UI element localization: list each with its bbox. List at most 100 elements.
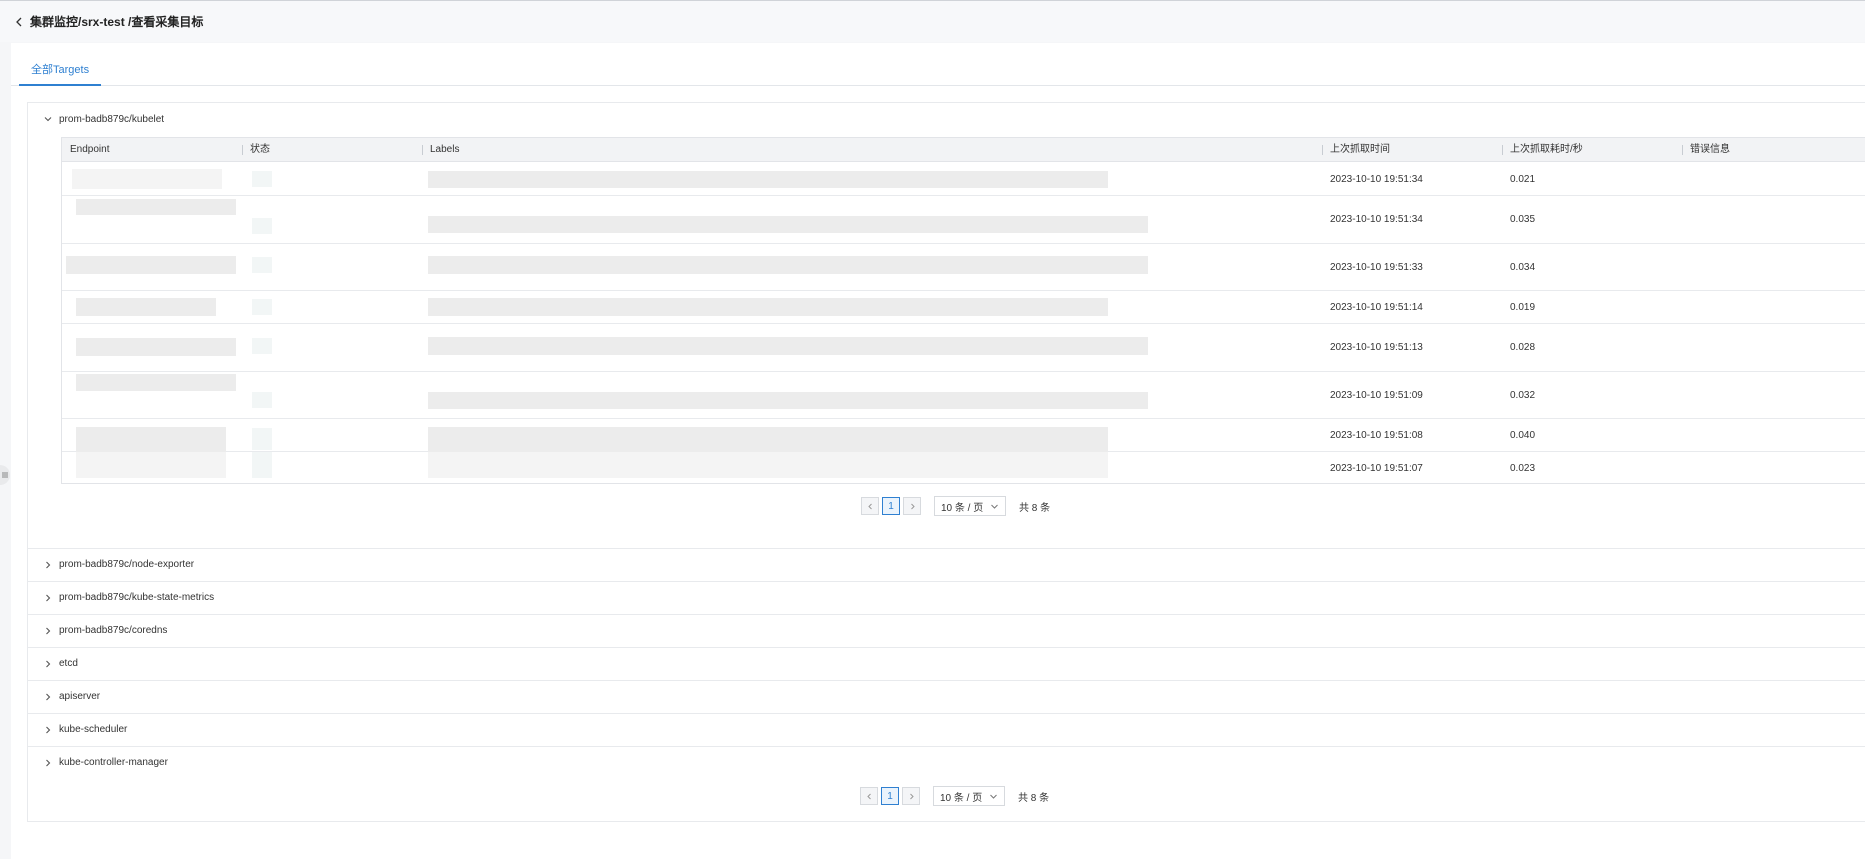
chevron-right-icon [43, 758, 53, 768]
redacted-status [252, 257, 272, 273]
group-name: prom-badb879c/coredns [59, 625, 168, 636]
table-header: Endpoint 状态 Labels 上次抓取时间 上次抓取耗时/秒 错误信息 [62, 138, 1865, 162]
next-page-button[interactable] [902, 787, 920, 805]
redacted-labels [428, 427, 1108, 452]
group-header-apiserver[interactable]: apiserver [28, 680, 1865, 712]
group-header-node-exporter[interactable]: prom-badb879c/node-exporter [28, 548, 1865, 580]
redacted-endpoint [76, 374, 236, 391]
cell-last-scrape: 2023-10-10 19:51:09 [1330, 389, 1423, 401]
redacted-labels [428, 216, 1148, 233]
redacted-endpoint [76, 452, 226, 478]
group-header-etcd[interactable]: etcd [28, 647, 1865, 679]
group-header-kube-scheduler[interactable]: kube-scheduler [28, 713, 1865, 745]
chevron-right-icon [43, 560, 53, 570]
side-panel-toggle[interactable] [0, 465, 10, 485]
group-name: kube-controller-manager [59, 757, 168, 768]
chevron-left-icon [866, 793, 871, 799]
cell-duration: 0.023 [1510, 463, 1536, 474]
chevron-down-icon [43, 114, 53, 124]
cell-duration: 0.021 [1510, 173, 1536, 185]
table-row: 2023-10-10 19:51:08 0.040 [62, 419, 1865, 452]
redacted-status [252, 452, 272, 478]
table-row: 2023-10-10 19:51:13 0.028 [62, 324, 1865, 372]
breadcrumb: 集群监控/srx-test /查看采集目标 [30, 15, 204, 29]
column-header-duration: 上次抓取耗时/秒 [1502, 138, 1682, 162]
redacted-endpoint [66, 256, 236, 274]
column-header-status: 状态 [242, 138, 422, 162]
chevron-right-icon [909, 793, 914, 799]
total-count: 共 8 条 [1018, 792, 1050, 804]
redacted-labels [428, 392, 1148, 409]
page-size-select[interactable]: 10 条 / 页 [934, 496, 1006, 516]
redacted-status [252, 299, 272, 315]
tab-all-targets[interactable]: 全部Targets [19, 60, 102, 86]
group-header-kubelet[interactable]: prom-badb879c/kubelet [28, 103, 1865, 135]
prev-page-button[interactable] [861, 497, 879, 515]
cell-error [1682, 372, 1865, 418]
cell-error [1682, 452, 1865, 483]
page-size-label: 10 条 / 页 [940, 792, 983, 804]
redacted-endpoint [76, 199, 236, 215]
back-icon[interactable] [10, 13, 28, 31]
redacted-labels [428, 298, 1108, 316]
table-row: 2023-10-10 19:51:09 0.032 [62, 372, 1865, 419]
cell-last-scrape: 2023-10-10 19:51:08 [1330, 429, 1423, 441]
group-header-coredns[interactable]: prom-badb879c/coredns [28, 614, 1865, 646]
inner-pagination: 1 10 条 / 页 共 8 条 [861, 496, 1050, 516]
redacted-endpoint [72, 169, 222, 189]
group-name: prom-badb879c/kube-state-metrics [59, 592, 215, 603]
chevron-down-icon [991, 504, 998, 509]
page-size-label: 10 条 / 页 [941, 502, 984, 514]
table-row: 2023-10-10 19:51:14 0.019 [62, 291, 1865, 324]
chevron-down-icon [990, 794, 997, 799]
cell-last-scrape: 2023-10-10 19:51:13 [1330, 342, 1423, 353]
group-name: kube-scheduler [59, 724, 128, 735]
content-card: 全部Targets prom-badb879c/kubelet Endpoint… [11, 43, 1865, 859]
redacted-status [252, 171, 272, 187]
table-row: 2023-10-10 19:51:33 0.034 [62, 244, 1865, 291]
chevron-right-icon [43, 725, 53, 735]
outer-pagination: 1 10 条 / 页 共 8 条 [860, 786, 1049, 806]
total-count: 共 8 条 [1019, 502, 1051, 514]
redacted-labels [428, 171, 1108, 188]
column-header-endpoint: Endpoint [70, 144, 110, 155]
column-header-error: 错误信息 [1682, 138, 1865, 162]
cell-error [1682, 163, 1865, 195]
chevron-left-icon [867, 503, 872, 509]
chevron-right-icon [43, 593, 53, 603]
cell-last-scrape: 2023-10-10 19:51:14 [1330, 301, 1423, 313]
cell-last-scrape: 2023-10-10 19:51:07 [1330, 463, 1423, 474]
page-number-button[interactable]: 1 [882, 497, 900, 515]
column-header-labels: Labels [422, 138, 1322, 162]
cell-duration: 0.035 [1510, 214, 1536, 225]
cell-last-scrape: 2023-10-10 19:51:34 [1330, 173, 1423, 185]
redacted-status [252, 428, 272, 450]
next-page-button[interactable] [903, 497, 921, 515]
targets-table: Endpoint 状态 Labels 上次抓取时间 上次抓取耗时/秒 错误信息 … [61, 137, 1865, 484]
cell-last-scrape: 2023-10-10 19:51:34 [1330, 214, 1423, 225]
group-name: apiserver [59, 691, 101, 702]
page-number-button[interactable]: 1 [881, 787, 899, 805]
cell-error [1682, 196, 1865, 243]
cell-duration: 0.032 [1510, 389, 1536, 401]
table-row: 2023-10-10 19:51:34 0.035 [62, 196, 1865, 244]
menu-icon [2, 472, 8, 478]
redacted-status [252, 218, 272, 234]
redacted-labels [428, 256, 1148, 274]
redacted-status [252, 338, 272, 354]
chevron-right-icon [43, 626, 53, 636]
column-header-last-scrape: 上次抓取时间 [1322, 138, 1502, 162]
redacted-labels [428, 452, 1108, 478]
chevron-right-icon [43, 692, 53, 702]
cell-error [1682, 244, 1865, 290]
group-header-kube-controller-manager[interactable]: kube-controller-manager [28, 746, 1865, 778]
group-header-kube-state-metrics[interactable]: prom-badb879c/kube-state-metrics [28, 581, 1865, 613]
page-size-select[interactable]: 10 条 / 页 [933, 786, 1005, 806]
redacted-status [252, 392, 272, 408]
chevron-right-icon [43, 659, 53, 669]
prev-page-button[interactable] [860, 787, 878, 805]
group-name: prom-badb879c/kubelet [59, 113, 165, 125]
target-groups: prom-badb879c/kubelet Endpoint 状态 Labels… [27, 102, 1865, 822]
cell-error [1682, 324, 1865, 371]
group-name: etcd [59, 658, 78, 669]
